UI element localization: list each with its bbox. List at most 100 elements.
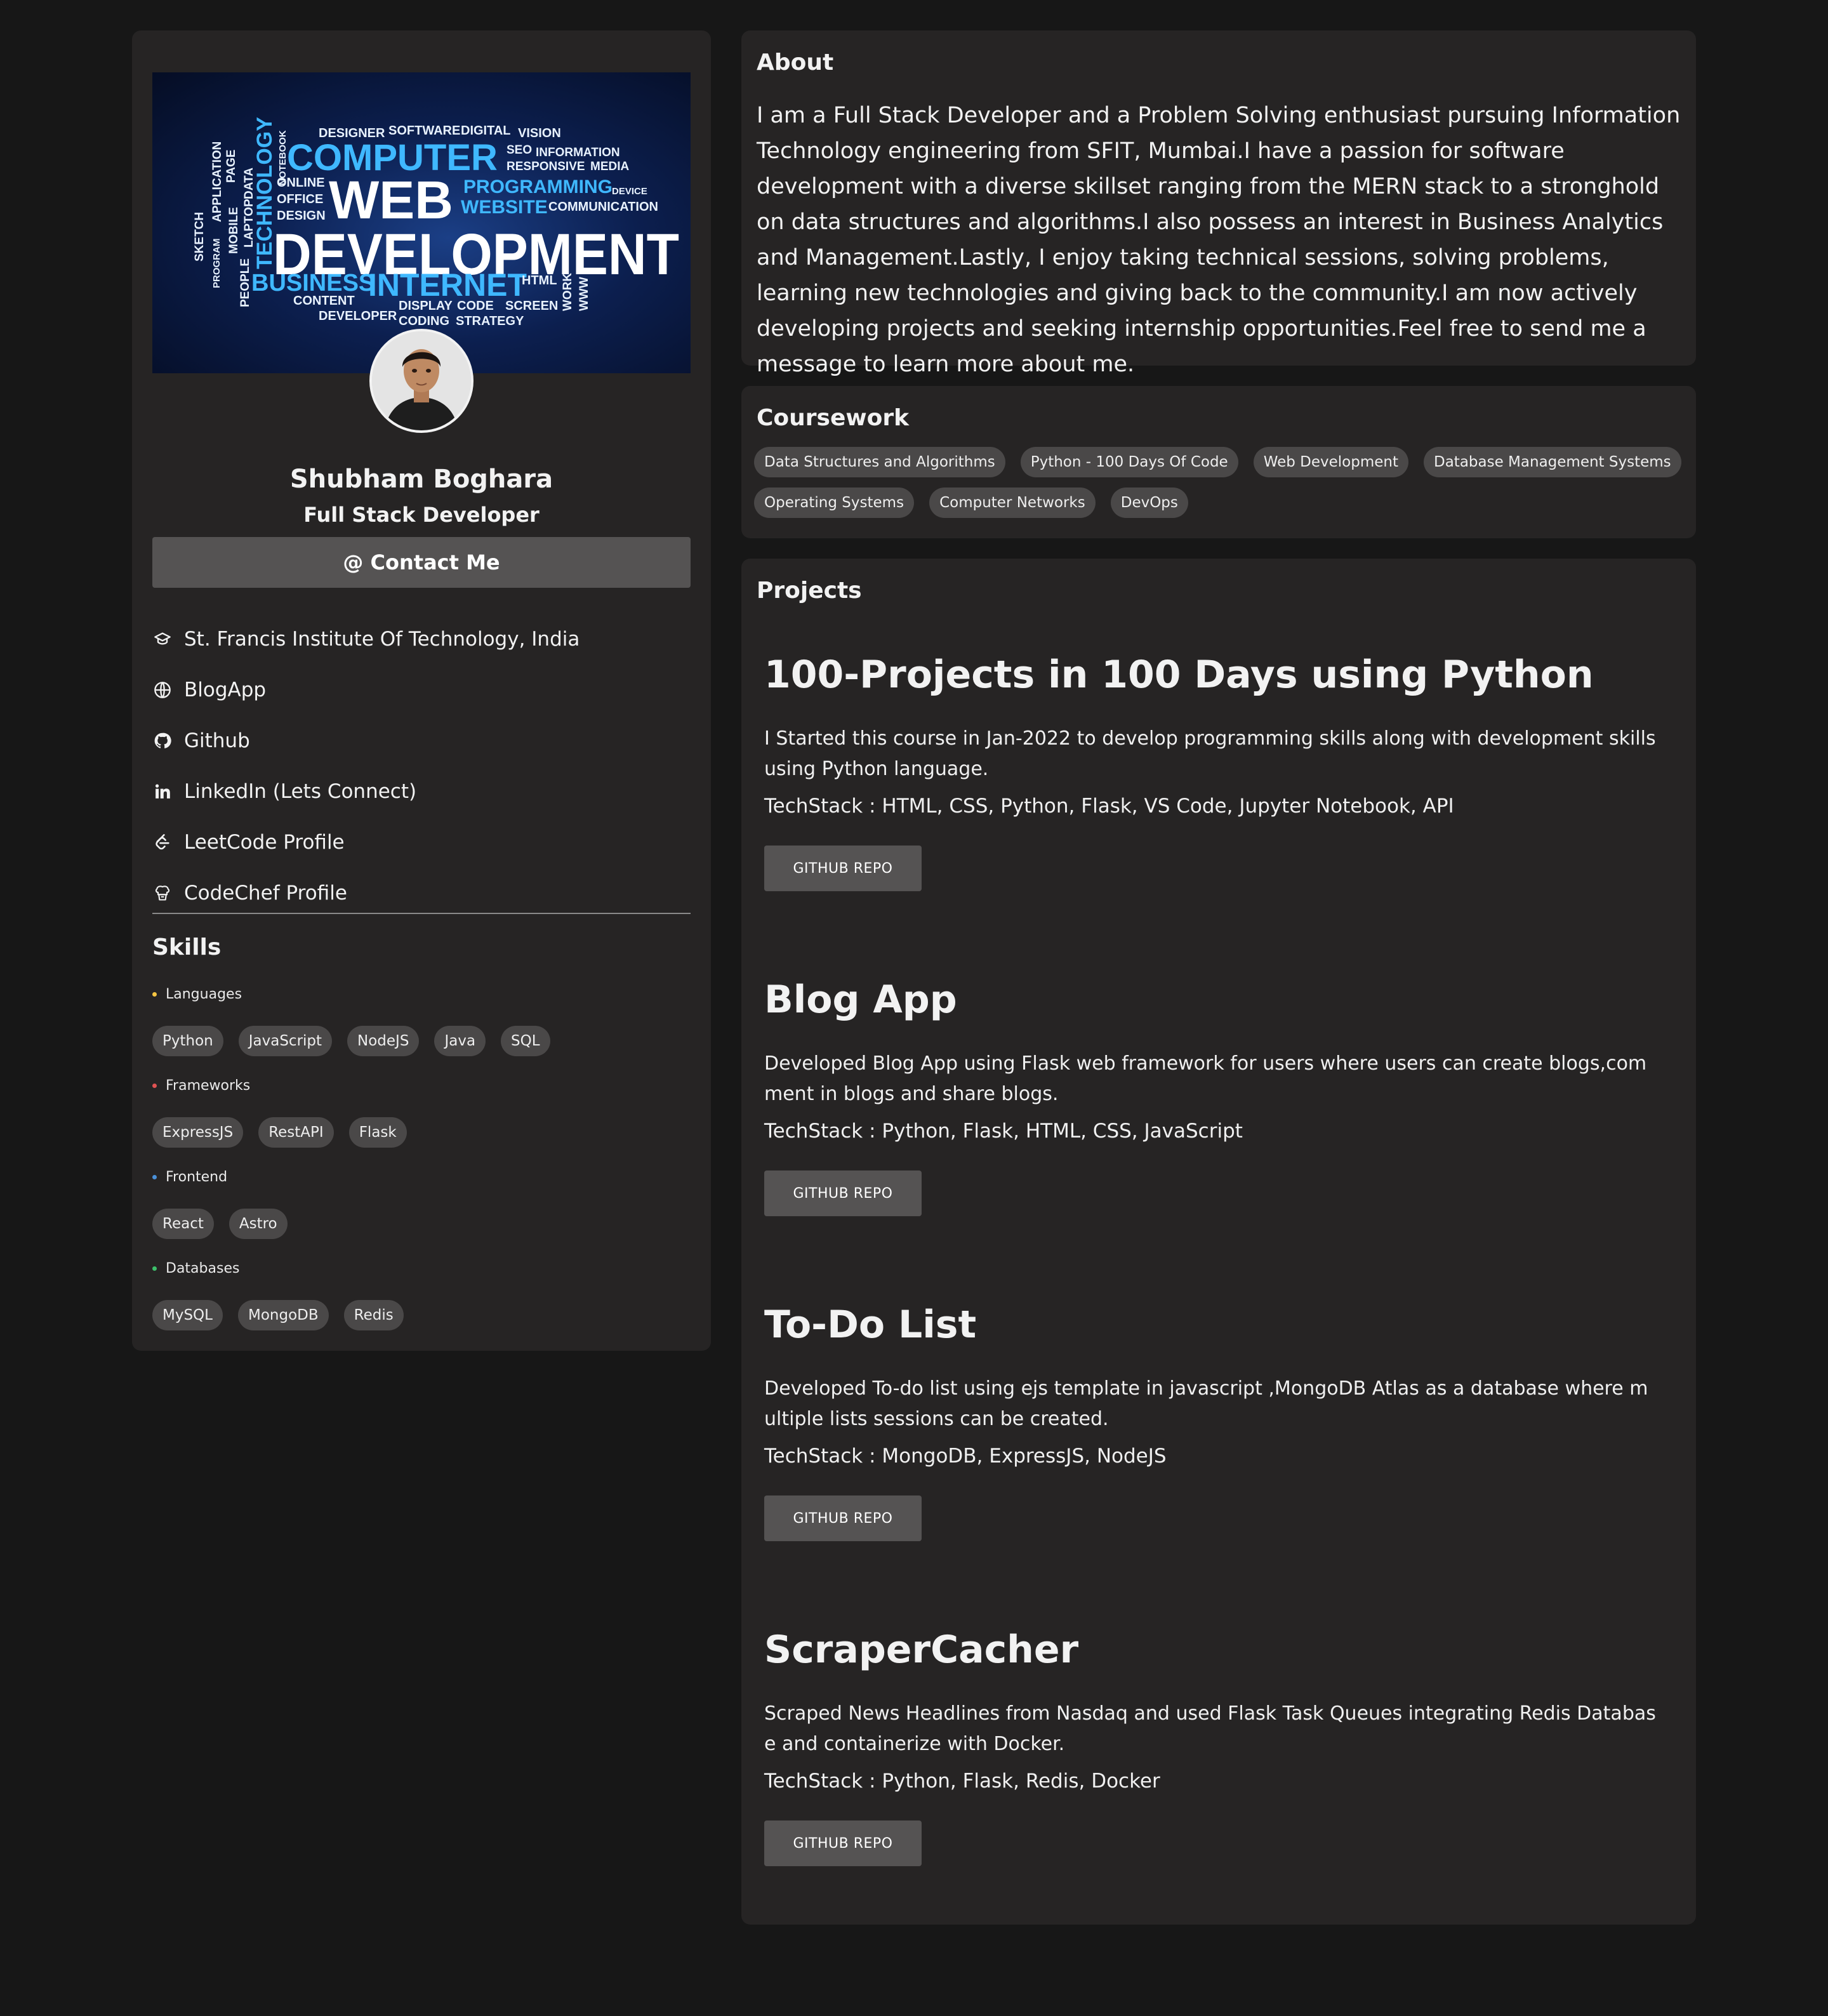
project-card: 100-Projects in 100 Days using Python I … (764, 653, 1672, 891)
skill-chip: NodeJS (347, 1026, 420, 1056)
graduation-cap-icon (152, 629, 173, 649)
link-codechef[interactable]: CodeChef Profile (152, 877, 347, 909)
banner-word: PEOPLE (239, 258, 252, 307)
banner-word: DATA (242, 168, 256, 199)
banner-word: TECHNOLOGY (253, 117, 277, 269)
link-institute[interactable]: St. Francis Institute Of Technology, Ind… (152, 623, 580, 655)
link-label: LinkedIn (Lets Connect) (184, 780, 417, 803)
banner-word: WEBSITE (461, 197, 548, 218)
bullet-dot (152, 992, 157, 997)
github-repo-button[interactable]: GITHUB REPO (764, 1495, 922, 1541)
banner-word: MEDIA (590, 160, 630, 173)
skills-title: Skills (152, 934, 222, 960)
skill-chip: Redis (343, 1300, 404, 1330)
banner-word: SEO (507, 143, 532, 157)
link-github[interactable]: Github (152, 725, 250, 757)
globe-icon (152, 680, 173, 700)
skill-category-label: Languages (166, 986, 242, 1002)
profile-card: DESIGNER SOFTWARE DIGITAL VISION COMPUTE… (132, 30, 711, 1351)
about-section: About I am a Full Stack Developer and a … (741, 30, 1696, 377)
skill-category-label: Frontend (166, 1169, 228, 1185)
profile-name: Shubham Boghara (289, 465, 553, 494)
project-title: ScraperCacher (764, 1628, 1079, 1672)
project-techstack: TechStack : Python, Flask, HTML, CSS, Ja… (764, 1120, 1243, 1143)
skill-chip: ExpressJS (152, 1117, 244, 1148)
banner-word: INTERNET (368, 267, 527, 303)
skill-chip: React (152, 1209, 214, 1239)
github-repo-button[interactable]: GITHUB REPO (764, 1820, 922, 1866)
link-label: Github (184, 729, 250, 752)
project-card: To-Do List Developed To-do list using ej… (764, 1303, 1672, 1541)
contact-me-button[interactable]: @ Contact Me (152, 537, 691, 588)
banner-word: SCREEN (505, 299, 558, 313)
skill-category-frameworks: Frameworks (152, 1078, 250, 1094)
banner-word: INFORMATION (536, 146, 620, 159)
course-chip: Python - 100 Days Of Code (1020, 447, 1238, 477)
skill-category-languages: Languages (152, 986, 242, 1002)
project-description: Developed Blog App using Flask web frame… (764, 1052, 1647, 1105)
banner-word: DIGITAL (461, 124, 511, 138)
banner-word: PROGRAMMING (463, 176, 613, 197)
project-description: Scraped News Headlines from Nasdaq and u… (764, 1702, 1656, 1755)
project-card: Blog App Developed Blog App using Flask … (764, 978, 1672, 1216)
project-card: ScraperCacher Scraped News Headlines fro… (764, 1628, 1672, 1866)
skill-category-label: Databases (166, 1261, 240, 1277)
codechef-icon (152, 883, 173, 903)
banner-word: APPLICATION (211, 142, 224, 222)
coursework-title: Coursework (757, 405, 910, 431)
course-chip: DevOps (1110, 487, 1188, 518)
coursework-section: Coursework Data Structures and Algorithm… (741, 386, 1696, 538)
skill-chip: Python (152, 1026, 223, 1056)
banner-word: CODE (457, 299, 494, 313)
skill-chip: Flask (348, 1117, 407, 1148)
banner-word: PAGE (225, 150, 238, 183)
skill-chip: Java (434, 1026, 486, 1056)
link-leetcode[interactable]: LeetCode Profile (152, 826, 345, 858)
banner-word: DISPLAY (399, 299, 453, 313)
github-repo-button[interactable]: GITHUB REPO (764, 1170, 922, 1216)
banner-word: LAPTOP (242, 199, 256, 248)
banner-word: NOTEBOOK (277, 130, 288, 185)
link-blogapp[interactable]: BlogApp (152, 674, 266, 706)
banner-word: WORK (561, 273, 574, 311)
course-chip: Database Management Systems (1424, 447, 1681, 477)
bullet-dot (152, 1266, 157, 1271)
banner-word: DESIGN (277, 209, 326, 223)
profile-role: Full Stack Developer (303, 503, 540, 527)
linkedin-icon (152, 781, 173, 802)
project-title: To-Do List (764, 1303, 977, 1347)
course-chip: Operating Systems (754, 487, 915, 518)
leetcode-icon (152, 832, 173, 852)
skill-chip: MongoDB (237, 1300, 329, 1330)
link-label: BlogApp (184, 679, 267, 701)
github-icon (152, 731, 173, 751)
course-chip: Data Structures and Algorithms (754, 447, 1005, 477)
github-repo-button[interactable]: GITHUB REPO (764, 846, 922, 891)
banner-word: DEVELOPER (319, 309, 397, 323)
banner-word: STRATEGY (456, 314, 524, 328)
skill-category-databases: Databases (152, 1261, 239, 1277)
project-techstack: TechStack : MongoDB, ExpressJS, NodeJS (764, 1445, 1167, 1468)
banner-word: SOFTWARE (388, 124, 460, 138)
banner-word: MOBILE (227, 207, 241, 254)
avatar (369, 329, 474, 433)
skill-chip: MySQL (152, 1300, 223, 1330)
banner-word: WWW (578, 277, 591, 311)
bullet-dot (152, 1084, 157, 1088)
link-linkedin[interactable]: LinkedIn (Lets Connect) (152, 776, 416, 807)
course-chip: Computer Networks (929, 487, 1096, 518)
banner-word: RESPONSIVE (507, 160, 585, 173)
project-description: I Started this course in Jan-2022 to dev… (764, 727, 1656, 780)
link-label: St. Francis Institute Of Technology, Ind… (184, 628, 580, 651)
skill-chip: SQL (501, 1026, 550, 1056)
project-techstack: TechStack : HTML, CSS, Python, Flask, VS… (764, 795, 1454, 818)
banner-word: WEB (329, 170, 453, 230)
course-chip: Web Development (1253, 447, 1408, 477)
banner-word: BUSINESS (251, 270, 374, 296)
banner-word: VISION (518, 126, 561, 140)
project-techstack: TechStack : Python, Flask, Redis, Docker (764, 1770, 1160, 1793)
banner-word: SKETCH (193, 212, 206, 262)
banner-image: DESIGNER SOFTWARE DIGITAL VISION COMPUTE… (152, 72, 691, 373)
projects-title: Projects (757, 578, 862, 604)
skill-category-label: Frameworks (166, 1078, 251, 1094)
